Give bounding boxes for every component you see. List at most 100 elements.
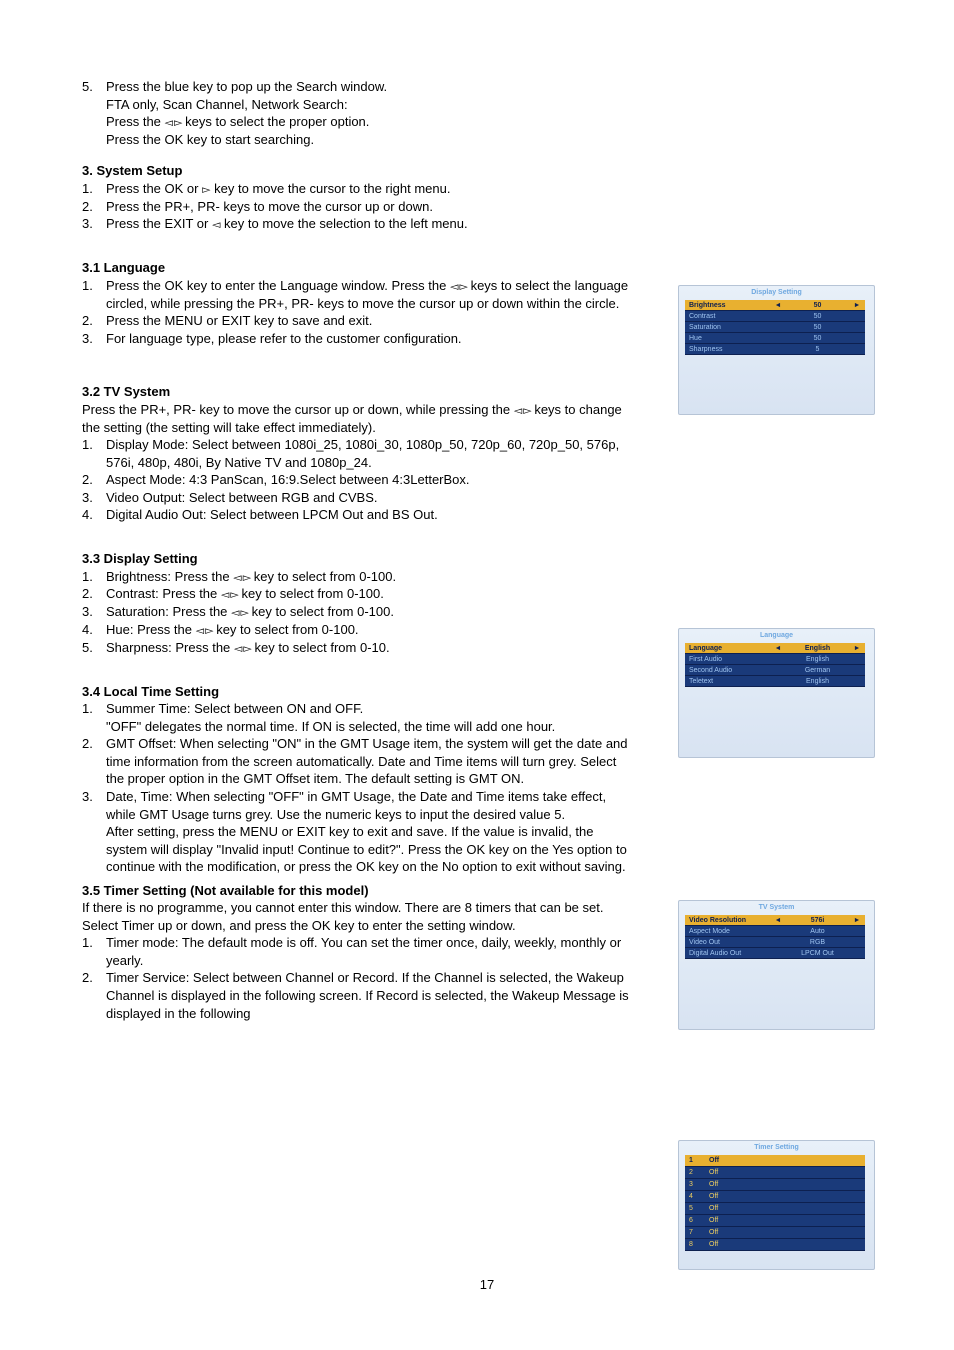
main-column: 5. Press the blue key to pop up the Sear… xyxy=(82,78,634,1022)
menu-row: Language◄English► xyxy=(685,643,865,654)
list-text: Sharpness: Press the key to select from … xyxy=(106,639,634,657)
list-item: 2.Press the MENU or EXIT key to save and… xyxy=(82,312,634,330)
list-num: 2. xyxy=(82,312,106,330)
intro-list: 5. Press the blue key to pop up the Sear… xyxy=(82,78,634,148)
menu-row: Hue50 xyxy=(685,333,865,344)
list-text: Timer Service: Select between Channel or… xyxy=(106,969,634,1022)
list-num: 3. xyxy=(82,489,106,507)
list-item: 1.Press the OK or key to move the cursor… xyxy=(82,180,634,198)
menu-row: Second AudioGerman xyxy=(685,665,865,676)
list-text: Contrast: Press the key to select from 0… xyxy=(106,585,634,603)
menu-row: 6Off xyxy=(685,1215,865,1227)
list-text: Press the EXIT or key to move the select… xyxy=(106,215,634,233)
list-text: GMT Offset: When selecting "ON" in the G… xyxy=(106,735,634,788)
left-right-icon xyxy=(450,278,467,293)
menu-row: Aspect ModeAuto xyxy=(685,926,865,937)
menu-row: 7Off xyxy=(685,1227,865,1239)
list-num: 1. xyxy=(82,180,106,198)
list-item: 1.Brightness: Press the key to select fr… xyxy=(82,568,634,586)
screenshot-language: Language Language◄English►First AudioEng… xyxy=(678,628,875,758)
text: FTA only, Scan Channel, Network Search: xyxy=(106,97,348,112)
screenshot-title: Language xyxy=(679,629,874,641)
list-item: 3.Saturation: Press the key to select fr… xyxy=(82,603,634,621)
left-right-icon xyxy=(514,402,531,417)
list-num: 3. xyxy=(82,788,106,876)
menu-row: Video Resolution◄576i► xyxy=(685,915,865,926)
numbered-list: 1.Press the OK or key to move the cursor… xyxy=(82,180,634,233)
left-right-icon xyxy=(234,640,251,655)
left-right-icon xyxy=(165,114,182,129)
list-num: 4. xyxy=(82,621,106,639)
list-num: 4. xyxy=(82,506,106,524)
list-text: Press the PR+, PR- keys to move the curs… xyxy=(106,198,634,216)
numbered-list: 1.Press the OK key to enter the Language… xyxy=(82,277,634,347)
list-text: Summer Time: Select between ON and OFF."… xyxy=(106,700,634,735)
page-number: 17 xyxy=(82,1277,892,1292)
text: keys to select the proper option. xyxy=(182,114,370,129)
list-text: Aspect Mode: 4:3 PanScan, 16:9.Select be… xyxy=(106,471,634,489)
numbered-list: 1.Brightness: Press the key to select fr… xyxy=(82,568,634,657)
list-text: Brightness: Press the key to select from… xyxy=(106,568,634,586)
lead-text: Select Timer up or down, and press the O… xyxy=(82,917,634,935)
list-num: 1. xyxy=(82,436,106,471)
list-item: 2.Press the PR+, PR- keys to move the cu… xyxy=(82,198,634,216)
list-text: Video Output: Select between RGB and CVB… xyxy=(106,489,634,507)
section-heading: 3.1 Language xyxy=(82,259,634,277)
section-heading: 3.5 Timer Setting (Not available for thi… xyxy=(82,882,634,900)
section-heading: 3.3 Display Setting xyxy=(82,550,634,568)
list-num: 3. xyxy=(82,330,106,348)
left-right-icon xyxy=(233,569,250,584)
section-heading: 3.4 Local Time Setting xyxy=(82,683,634,701)
menu-row: 8Off xyxy=(685,1239,865,1251)
text: Press the OK key to start searching. xyxy=(106,132,314,147)
numbered-list: 1.Display Mode: Select between 1080i_25,… xyxy=(82,436,634,524)
right-icon xyxy=(202,181,210,196)
list-item: 5.Sharpness: Press the key to select fro… xyxy=(82,639,634,657)
list-text: For language type, please refer to the c… xyxy=(106,330,634,348)
list-item: 1.Summer Time: Select between ON and OFF… xyxy=(82,700,634,735)
left-right-icon xyxy=(231,604,248,619)
section-heading: 3.2 TV System xyxy=(82,383,634,401)
section-heading: 3. System Setup xyxy=(82,162,634,180)
list-text: Display Mode: Select between 1080i_25, 1… xyxy=(106,436,634,471)
list-item: 3.For language type, please refer to the… xyxy=(82,330,634,348)
list-text: Timer mode: The default mode is off. You… xyxy=(106,934,634,969)
list-num: 1. xyxy=(82,568,106,586)
list-item: 2.GMT Offset: When selecting "ON" in the… xyxy=(82,735,634,788)
list-item: 3.Press the EXIT or key to move the sele… xyxy=(82,215,634,233)
lead-text: Press the PR+, PR- key to move the curso… xyxy=(82,401,634,436)
list-num: 1. xyxy=(82,277,106,312)
menu-row: Contrast50 xyxy=(685,311,865,322)
list-num: 5. xyxy=(82,78,106,148)
list-num: 2. xyxy=(82,585,106,603)
list-item: 4.Digital Audio Out: Select between LPCM… xyxy=(82,506,634,524)
menu-row: 4Off xyxy=(685,1191,865,1203)
text: Press the blue key to pop up the Search … xyxy=(106,79,387,94)
list-text: Press the OK key to enter the Language w… xyxy=(106,277,634,312)
menu-row: 3Off xyxy=(685,1179,865,1191)
list-num: 2. xyxy=(82,735,106,788)
list-num: 1. xyxy=(82,934,106,969)
list-text: Saturation: Press the key to select from… xyxy=(106,603,634,621)
text: Press the xyxy=(106,114,165,129)
list-num: 2. xyxy=(82,969,106,1022)
list-num: 5. xyxy=(82,639,106,657)
list-text: Press the MENU or EXIT key to save and e… xyxy=(106,312,634,330)
list-text: Hue: Press the key to select from 0-100. xyxy=(106,621,634,639)
menu-row: TeletextEnglish xyxy=(685,676,865,687)
list-num: 2. xyxy=(82,198,106,216)
menu-row: Brightness◄50► xyxy=(685,300,865,311)
left-right-icon xyxy=(196,622,213,637)
list-text: Date, Time: When selecting "OFF" in GMT … xyxy=(106,788,634,876)
list-item: 1.Timer mode: The default mode is off. Y… xyxy=(82,934,634,969)
list-item: 2.Timer Service: Select between Channel … xyxy=(82,969,634,1022)
list-text: Digital Audio Out: Select between LPCM O… xyxy=(106,506,634,524)
menu-row: 1Off xyxy=(685,1155,865,1167)
list-item: 3.Date, Time: When selecting "OFF" in GM… xyxy=(82,788,634,876)
screenshot-display-setting: Display Setting Brightness◄50►Contrast50… xyxy=(678,285,875,415)
list-num: 3. xyxy=(82,603,106,621)
numbered-list: 1.Summer Time: Select between ON and OFF… xyxy=(82,700,634,875)
left-right-icon xyxy=(221,586,238,601)
menu-row: 2Off xyxy=(685,1167,865,1179)
list-item: 2.Contrast: Press the key to select from… xyxy=(82,585,634,603)
